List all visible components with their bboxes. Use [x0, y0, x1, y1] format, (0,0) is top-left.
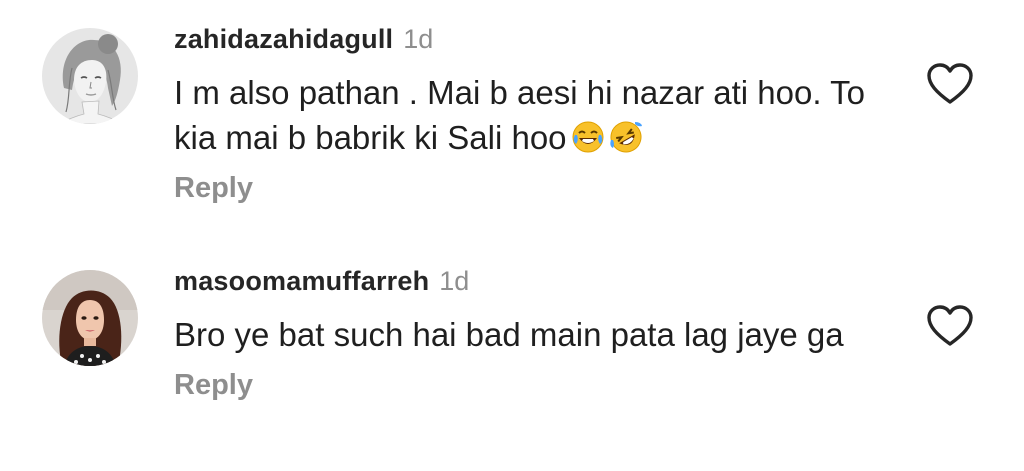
comment-meta: masoomamuffarreh 1d	[174, 266, 894, 302]
avatar[interactable]	[42, 270, 138, 366]
comment-item: masoomamuffarreh 1d Bro ye bat such hai …	[0, 250, 1024, 471]
username[interactable]: masoomamuffarreh	[174, 266, 429, 297]
reply-button[interactable]: Reply	[174, 172, 894, 205]
comment-text-content: I m also pathan . Mai b aesi hi nazar at…	[174, 74, 865, 156]
heart-outline-icon[interactable]	[926, 304, 974, 348]
heart-outline-icon[interactable]	[926, 62, 974, 106]
comment-item: zahidazahidagull 1d I m also pathan . Ma…	[0, 0, 1024, 225]
comment-body: zahidazahidagull 1d I m also pathan . Ma…	[174, 24, 894, 205]
comment-text: I m also pathan . Mai b aesi hi nazar at…	[174, 70, 874, 160]
username[interactable]: zahidazahidagull	[174, 24, 393, 55]
face-with-tears-of-joy-icon	[571, 120, 605, 154]
avatar[interactable]	[42, 28, 138, 124]
comment-meta: zahidazahidagull 1d	[174, 24, 894, 60]
reply-button[interactable]: Reply	[174, 369, 894, 402]
comment-body: masoomamuffarreh 1d Bro ye bat such hai …	[174, 266, 894, 402]
comment-text: Bro ye bat such hai bad main pata lag ja…	[174, 316, 844, 353]
timestamp: 1d	[403, 24, 434, 54]
rolling-on-the-floor-laughing-icon	[609, 120, 643, 154]
timestamp: 1d	[439, 266, 470, 296]
